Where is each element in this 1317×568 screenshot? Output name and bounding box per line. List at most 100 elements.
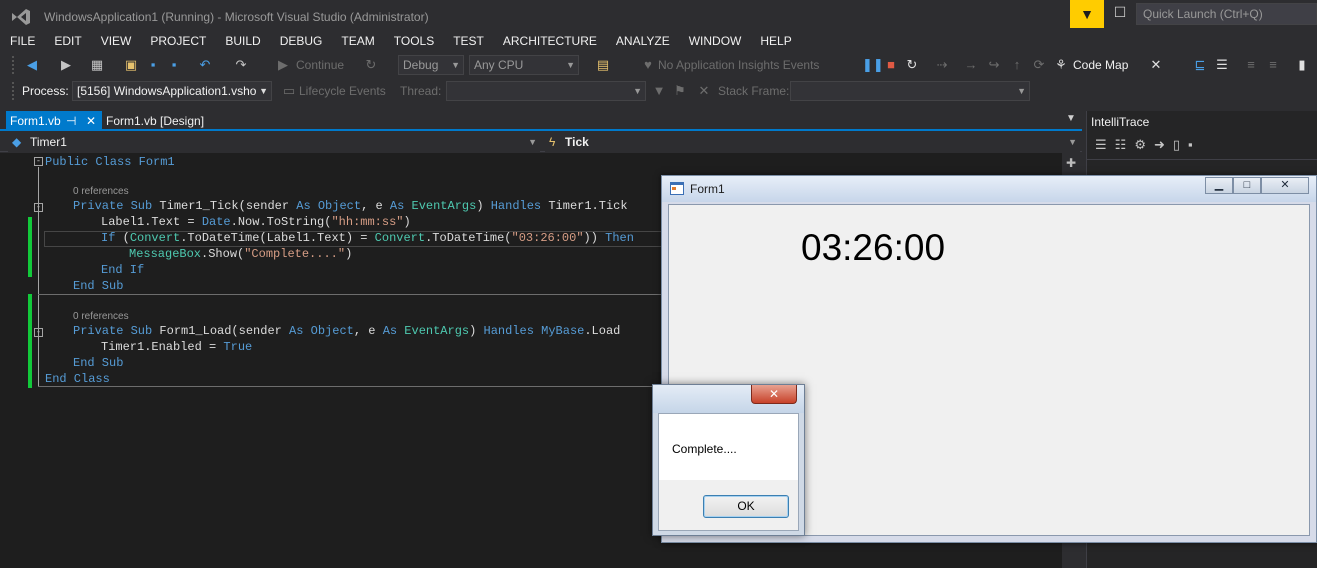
bookmark-icon[interactable]: ⊑ xyxy=(1192,55,1208,75)
tab-form1-vb[interactable]: Form1.vb ⊣ ✕ xyxy=(6,111,102,131)
menu-architecture[interactable]: ARCHITECTURE xyxy=(503,32,597,50)
minimize-icon[interactable]: ▁ xyxy=(1205,177,1233,194)
continue-icon[interactable]: ▶ xyxy=(276,55,290,75)
code-map-button[interactable]: Code Map xyxy=(1073,55,1128,75)
lifecycle-events-dropdown[interactable]: Lifecycle Events xyxy=(299,81,386,101)
menu-window[interactable]: WINDOW xyxy=(689,32,742,50)
arrow-right-icon[interactable]: ➜ xyxy=(1154,137,1173,152)
form1-titlebar[interactable]: Form1 ▁ □ ✕ xyxy=(662,176,1316,202)
list-icon[interactable]: ☰ xyxy=(1214,55,1230,75)
tab-label: Form1.vb xyxy=(10,114,61,128)
menu-team[interactable]: TEAM xyxy=(341,32,374,50)
restart-icon[interactable]: ↻ xyxy=(363,55,379,75)
menu-debug[interactable]: DEBUG xyxy=(280,32,323,50)
divider xyxy=(1087,159,1317,160)
bookmark-flag-icon[interactable]: ▮ xyxy=(1296,55,1308,75)
menu-build[interactable]: BUILD xyxy=(225,32,260,50)
list-view-icon[interactable]: ☰ xyxy=(1095,137,1115,152)
platform-combo[interactable]: Any CPU ▼ xyxy=(469,55,579,75)
navigate-forward-icon[interactable]: ▶ xyxy=(58,55,74,75)
thread-label: Thread: xyxy=(400,84,442,98)
application-insights-dropdown[interactable]: No Application Insights Events xyxy=(658,55,819,75)
menu-view[interactable]: VIEW xyxy=(101,32,132,50)
menu-file[interactable]: FILE xyxy=(10,32,35,50)
code-map-icon[interactable]: ⚘ xyxy=(1052,55,1070,75)
pause-icon[interactable]: ❚❚ xyxy=(862,55,884,75)
save-icon[interactable]: ▪ xyxy=(145,55,161,75)
tab-list-dropdown-icon[interactable]: ▼ xyxy=(1066,113,1076,124)
menu-edit[interactable]: EDIT xyxy=(54,32,81,50)
notification-flag-icon[interactable]: ▼ xyxy=(1070,0,1104,28)
chevron-down-icon: ▼ xyxy=(451,60,460,70)
restart-debug-icon[interactable]: ↻ xyxy=(904,55,920,75)
visual-studio-logo-icon xyxy=(12,9,30,25)
split-window-icon[interactable]: ✚ xyxy=(1066,156,1076,170)
collapse-toggle[interactable]: - xyxy=(34,157,43,166)
step-into-icon[interactable]: → xyxy=(964,55,978,75)
class-member-combo[interactable]: ◆ Timer1 ▼ xyxy=(8,133,540,153)
open-file-icon[interactable]: ▣ xyxy=(122,55,140,75)
breakpoints-icon[interactable]: ✕ xyxy=(1146,55,1166,75)
navigate-back-icon[interactable]: ◀ xyxy=(22,55,42,75)
new-project-icon[interactable]: ▦ xyxy=(88,55,106,75)
application-insights-icon[interactable]: ♥ xyxy=(640,55,656,75)
code-lens-references[interactable]: 0 references xyxy=(73,186,129,197)
toolbar-grip[interactable] xyxy=(12,56,16,74)
method-combo-value: Tick xyxy=(565,135,589,149)
refresh-icon[interactable]: ⟳ xyxy=(1032,55,1046,75)
code-line-tick-sub: Private Sub Timer1_Tick(sender As Object… xyxy=(73,199,628,213)
tree-view-icon[interactable]: ☷ xyxy=(1115,137,1135,152)
uncomment-icon[interactable]: ≡ xyxy=(1266,55,1280,75)
tab-form1-design[interactable]: Form1.vb [Design] xyxy=(106,111,204,131)
configuration-value: Debug xyxy=(403,58,439,72)
lifecycle-icon[interactable]: ▭ xyxy=(282,81,296,101)
chevron-down-icon: ▼ xyxy=(259,86,268,96)
thread-combo[interactable]: ▼ xyxy=(446,81,646,101)
continue-button[interactable]: Continue xyxy=(296,55,344,75)
menu-project[interactable]: PROJECT xyxy=(150,32,206,50)
comment-icon[interactable]: ≡ xyxy=(1244,55,1258,75)
navigation-bar: ◆ Timer1 ▼ ϟ Tick ▼ xyxy=(0,132,1082,153)
toolbar-grip[interactable] xyxy=(12,82,16,100)
changed-lines-bar xyxy=(28,294,32,388)
close-icon[interactable]: ✕ xyxy=(751,385,797,404)
feedback-icon[interactable]: ☐ xyxy=(1110,4,1130,24)
menu-tools[interactable]: TOOLS xyxy=(394,32,434,50)
message-box-dialog[interactable]: ✕ Complete.... OK xyxy=(652,384,805,536)
show-next-statement-icon[interactable]: ⇢ xyxy=(934,55,950,75)
save-all-icon[interactable]: ▪ xyxy=(166,55,182,75)
pin-icon[interactable]: ⊣ xyxy=(66,111,76,131)
time-label: 03:26:00 xyxy=(801,227,946,268)
stack-frame-icon[interactable]: ✕ xyxy=(696,81,712,101)
maximize-icon[interactable]: □ xyxy=(1233,177,1261,194)
menu-test[interactable]: TEST xyxy=(453,32,484,50)
configuration-combo[interactable]: Debug ▼ xyxy=(398,55,464,75)
menu-analyze[interactable]: ANALYZE xyxy=(616,32,670,50)
stack-frame-combo[interactable]: ▼ xyxy=(790,81,1030,101)
step-out-icon[interactable]: ↑ xyxy=(1010,55,1024,75)
save-icon[interactable]: ▪ xyxy=(1188,137,1201,152)
stop-icon[interactable]: ■ xyxy=(884,55,898,75)
filter-icon[interactable]: ▼ xyxy=(652,81,666,101)
process-combo[interactable]: [5156] WindowsApplication1.vsho ▼ xyxy=(72,81,272,101)
undo-icon[interactable]: ↶ xyxy=(196,55,214,75)
method-combo[interactable]: ϟ Tick ▼ xyxy=(545,133,1080,153)
code-line-label-text: Label1.Text = Date.Now.ToString("hh:mm:s… xyxy=(101,215,411,229)
quick-launch-input[interactable]: Quick Launch (Ctrl+Q) xyxy=(1136,3,1317,25)
stack-frame-label: Stack Frame: xyxy=(718,84,790,98)
menu-bar: FILE EDIT VIEW PROJECT BUILD DEBUG TEAM … xyxy=(0,32,1070,50)
close-icon[interactable]: ✕ xyxy=(1261,177,1309,194)
form-app-icon xyxy=(670,182,684,195)
settings-gear-icon[interactable]: ⚙ xyxy=(1134,137,1154,152)
step-over-icon[interactable]: ↪ xyxy=(986,55,1002,75)
close-tab-icon[interactable]: ✕ xyxy=(86,111,96,131)
menu-help[interactable]: HELP xyxy=(760,32,791,50)
find-in-files-icon[interactable]: ▤ xyxy=(594,55,612,75)
flag-thread-icon[interactable]: ⚑ xyxy=(672,81,688,101)
redo-icon[interactable]: ↷ xyxy=(232,55,250,75)
code-line-load-sub: Private Sub Form1_Load(sender As Object,… xyxy=(73,324,621,338)
code-lens-references[interactable]: 0 references xyxy=(73,311,129,322)
open-file-icon[interactable]: ▯ xyxy=(1173,137,1188,152)
message-box-titlebar[interactable]: ✕ xyxy=(653,385,804,413)
ok-button[interactable]: OK xyxy=(703,495,789,518)
